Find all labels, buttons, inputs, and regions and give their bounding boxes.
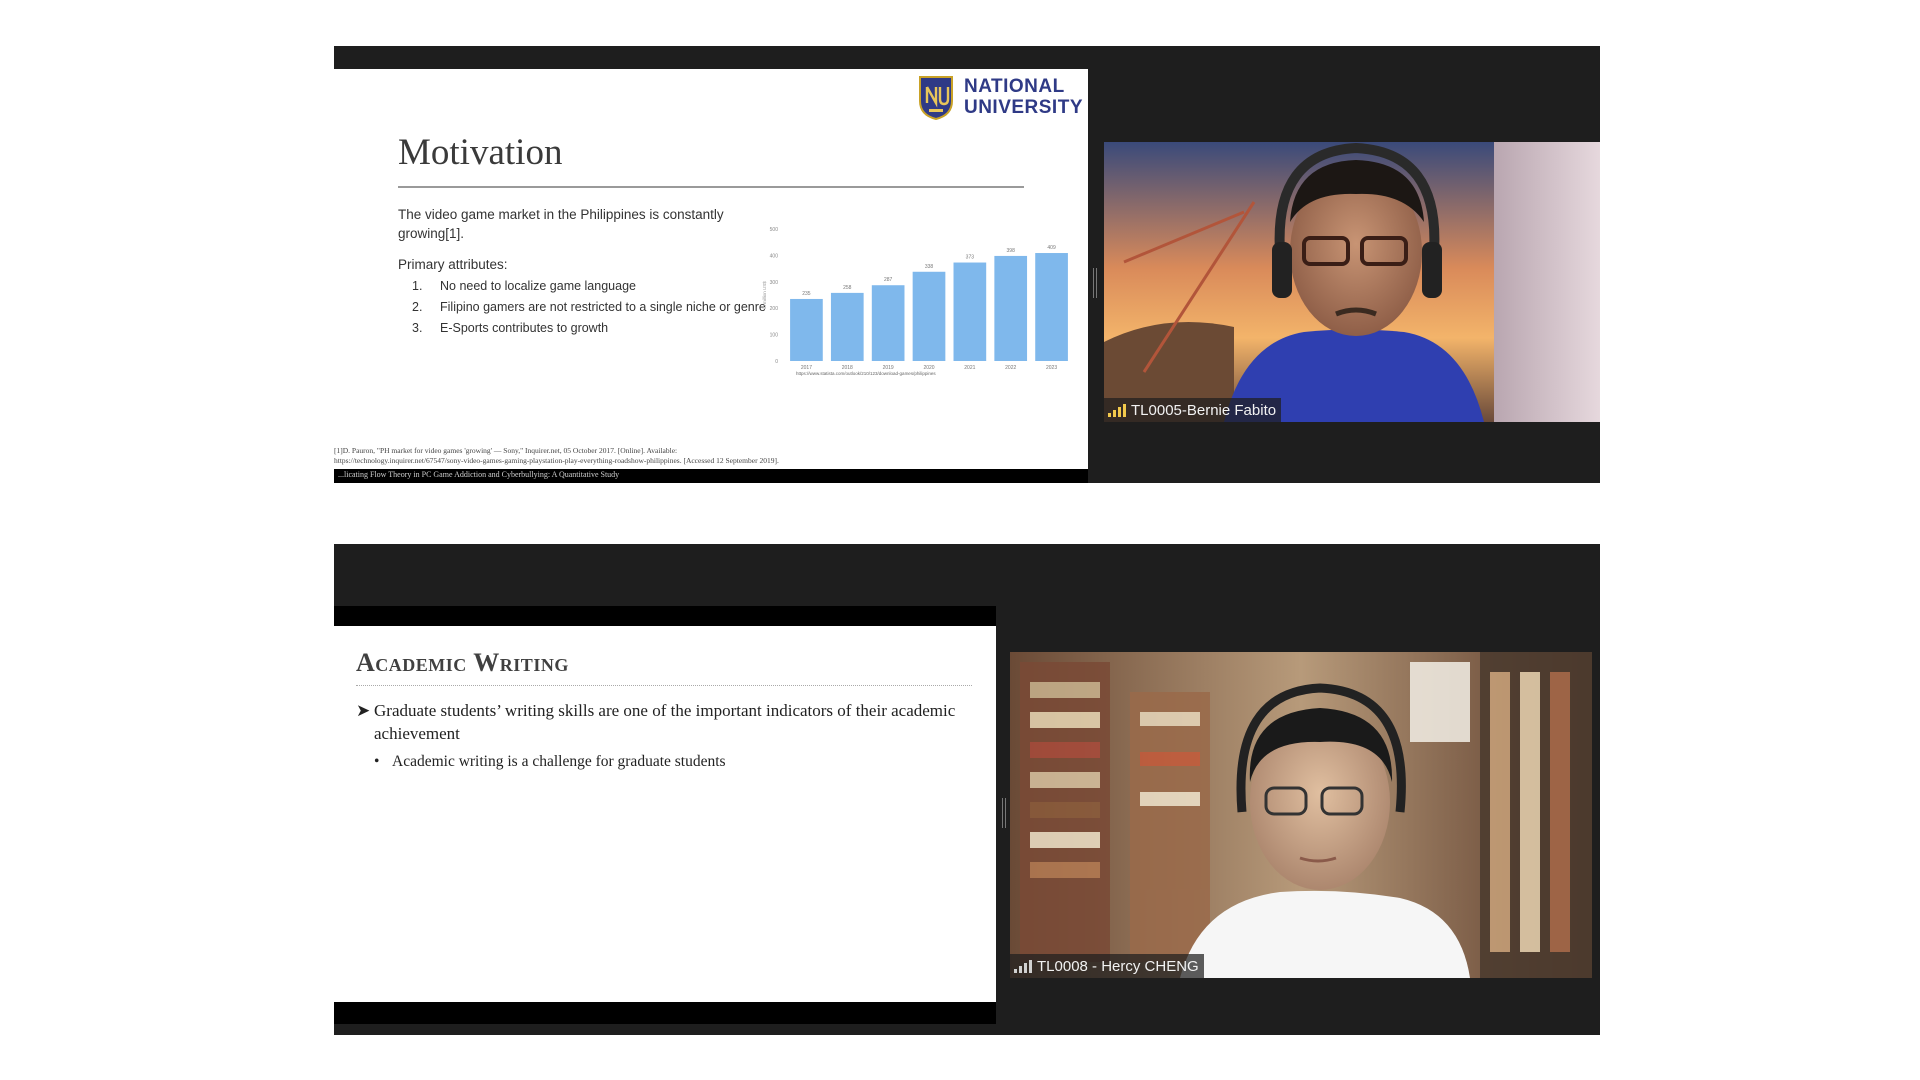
- y-axis-label: in million US$: [762, 281, 767, 309]
- primary-attributes-label: Primary attributes:: [398, 257, 508, 272]
- shared-screen-motivation: NATIONAL UNIVERSITY Motivation The video…: [334, 69, 1088, 469]
- y-tick-label: 100: [770, 333, 779, 339]
- y-tick-label: 300: [770, 280, 779, 286]
- arrow-bullet-icon: ➤: [356, 701, 371, 720]
- y-tick-label: 400: [770, 253, 779, 259]
- list-item: 1. No need to localize game language: [412, 279, 636, 293]
- participant-video-feed: [1010, 652, 1592, 978]
- split-resize-handle[interactable]: [1002, 798, 1006, 828]
- market-bar-chart: 0100200300400500in million US$ 2352017258…: [762, 227, 1068, 376]
- slide-footnote: [1]D. Pauron, "PH market for video games…: [334, 446, 779, 465]
- bar-data-label: 235: [802, 291, 811, 297]
- slide-title: Academic Writing: [356, 648, 569, 677]
- participant-name: TL0005-Bernie Fabito: [1131, 401, 1277, 419]
- participant-video-feed: [1104, 142, 1600, 422]
- slide-bullet: ➤ Graduate students’ writing skills are …: [356, 701, 956, 743]
- slide-sub-bullet: • Academic writing is a challenge for gr…: [374, 753, 726, 770]
- split-resize-handle[interactable]: [1093, 268, 1097, 298]
- university-name: NATIONAL UNIVERSITY: [963, 76, 1083, 118]
- chart-source: https://www.statista.com/outlook/210/123…: [796, 371, 936, 376]
- slide-intro-text: The video game market in the Philippines…: [398, 207, 724, 241]
- y-tick-label: 500: [770, 227, 779, 233]
- bar-data-label: 398: [1007, 248, 1016, 254]
- slide-bottom-caption: ...licating Flow Theory in PC Game Addic…: [334, 469, 1088, 483]
- university-logo: NATIONAL UNIVERSITY: [916, 73, 1083, 121]
- chart-bar: [830, 292, 864, 361]
- attributes-list: 1. No need to localize game language 2. …: [412, 278, 772, 341]
- chart-bar: [912, 271, 946, 361]
- participant-video-bernie[interactable]: TL0005-Bernie Fabito: [1104, 142, 1600, 422]
- list-item: 3. E-Sports contributes to growth: [412, 321, 609, 335]
- connection-signal-icon: [1014, 959, 1032, 973]
- bar-data-label: 258: [843, 285, 852, 291]
- slide-title: Motivation: [398, 132, 563, 173]
- chart-bar: [953, 262, 987, 361]
- y-tick-label: 0: [775, 359, 778, 365]
- x-tick-label: 2023: [1046, 365, 1057, 371]
- x-tick-label: 2021: [964, 365, 975, 371]
- bar-data-label: 373: [966, 255, 975, 261]
- university-seal-icon: [918, 76, 953, 121]
- participant-name-tag: TL0008 - Hercy CHENG: [1010, 954, 1204, 978]
- bar-data-label: 409: [1047, 245, 1056, 251]
- bar-data-label: 338: [925, 264, 934, 270]
- connection-signal-icon: [1108, 403, 1126, 417]
- chart-bar: [790, 298, 823, 361]
- participant-name: TL0008 - Hercy CHENG: [1037, 957, 1199, 975]
- video-tile-bottom[interactable]: Academic Writing ➤ Graduate students’ wr…: [334, 544, 1600, 1035]
- list-item: 2. Filipino gamers are not restricted to…: [412, 300, 766, 314]
- title-divider: [356, 685, 972, 686]
- participant-video-hercy[interactable]: TL0008 - Hercy CHENG: [1010, 652, 1592, 978]
- participant-name-tag: TL0005-Bernie Fabito: [1104, 398, 1282, 422]
- chart-bar: [994, 255, 1028, 361]
- y-tick-label: 200: [770, 306, 779, 312]
- dot-bullet-icon: •: [374, 753, 380, 770]
- video-tile-top[interactable]: NATIONAL UNIVERSITY Motivation The video…: [334, 46, 1600, 483]
- bar-data-label: 287: [884, 277, 893, 283]
- chart-bar: [1035, 253, 1068, 361]
- x-tick-label: 2022: [1005, 365, 1016, 371]
- title-divider: [398, 186, 1024, 188]
- chart-bar: [871, 285, 905, 361]
- shared-screen-academic-writing: Academic Writing ➤ Graduate students’ wr…: [334, 626, 996, 1002]
